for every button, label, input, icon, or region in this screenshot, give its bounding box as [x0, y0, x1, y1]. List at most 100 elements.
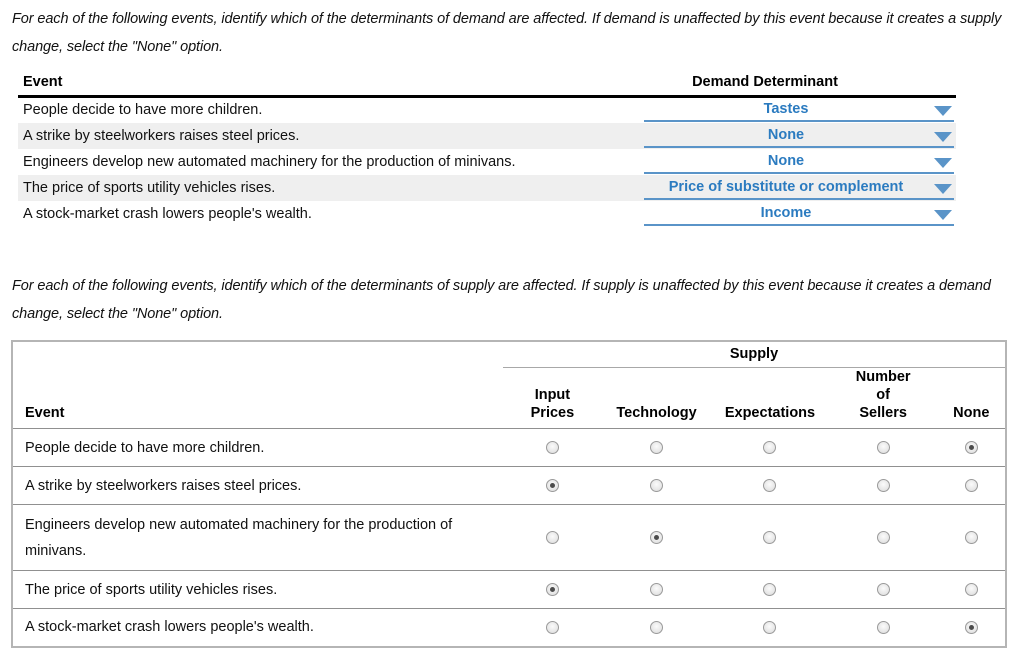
supply-group-header-row: Supply [12, 341, 1006, 368]
supply-radio-cell [601, 570, 712, 609]
radio-expectations[interactable] [763, 583, 777, 597]
radio-number-of-sellers[interactable] [876, 441, 890, 455]
radio-none[interactable] [964, 479, 978, 493]
supply-determinant-table: Supply Event Input Prices Technology Expe… [11, 340, 1007, 648]
radio-number-of-sellers[interactable] [876, 531, 890, 545]
chevron-down-icon[interactable] [934, 131, 952, 142]
supply-radio-cell [601, 428, 712, 467]
supply-radio-cell [601, 608, 712, 647]
radio-input-prices[interactable] [545, 441, 559, 455]
supply-radio-cell [937, 504, 1006, 571]
demand-table-row: The price of sports utility vehicles ris… [18, 174, 956, 201]
demand-determinant-select[interactable]: None [644, 150, 954, 174]
radio-input-prices[interactable] [545, 583, 559, 597]
supply-radio-cell [711, 428, 829, 467]
supply-header-input-prices: Input Prices [502, 367, 602, 429]
demand-table-row: Engineers develop new automated machiner… [18, 149, 956, 175]
supply-radio-cell [828, 608, 938, 647]
radio-technology[interactable] [650, 531, 664, 545]
demand-determinant-selected-value: Tastes [763, 101, 809, 118]
supply-radio-cell [601, 504, 712, 571]
radio-expectations[interactable] [763, 531, 777, 545]
supply-radio-cell [828, 504, 938, 571]
supply-event-label: A stock-market crash lowers people's wea… [12, 608, 503, 647]
demand-event-label: A stock-market crash lowers people's wea… [23, 205, 312, 222]
demand-event-label: A strike by steelworkers raises steel pr… [23, 127, 300, 144]
demand-header-row: Event Demand Determinant [18, 74, 956, 98]
demand-table-row: A strike by steelworkers raises steel pr… [18, 122, 956, 149]
demand-event-label: People decide to have more children. [23, 102, 263, 119]
radio-input-prices[interactable] [545, 620, 559, 634]
demand-header-event: Event [18, 74, 644, 98]
radio-number-of-sellers[interactable] [876, 583, 890, 597]
demand-determinant-table: Event Demand Determinant People decide t… [18, 74, 956, 227]
supply-header-number-of-sellers: Number of Sellers [828, 367, 938, 429]
supply-radio-cell [502, 428, 602, 467]
radio-none[interactable] [964, 583, 978, 597]
demand-determinant-select[interactable]: None [644, 124, 954, 148]
supply-radio-cell [502, 466, 602, 505]
radio-expectations[interactable] [763, 479, 777, 493]
supply-radio-cell [711, 570, 829, 609]
supply-table-row: A strike by steelworkers raises steel pr… [12, 466, 1006, 505]
supply-table-head: Supply Event Input Prices Technology Expe… [12, 341, 1006, 429]
demand-determinant-selected-value: Price of substitute or complement [668, 178, 904, 195]
radio-none[interactable] [964, 620, 978, 634]
radio-none[interactable] [964, 531, 978, 545]
supply-event-label: The price of sports utility vehicles ris… [12, 570, 503, 609]
radio-technology[interactable] [650, 441, 664, 455]
supply-radio-cell [502, 608, 602, 647]
radio-input-prices[interactable] [545, 531, 559, 545]
supply-event-label: A strike by steelworkers raises steel pr… [12, 466, 503, 505]
supply-radio-cell [502, 570, 602, 609]
radio-number-of-sellers[interactable] [876, 479, 890, 493]
chevron-down-icon[interactable] [934, 183, 952, 194]
supply-radio-cell [937, 428, 1006, 467]
radio-input-prices[interactable] [545, 479, 559, 493]
supply-header-spacer [12, 341, 503, 368]
demand-event-label: The price of sports utility vehicles ris… [23, 179, 276, 196]
demand-table-head: Event Demand Determinant [18, 74, 956, 98]
radio-technology[interactable] [650, 583, 664, 597]
supply-radio-cell [711, 466, 829, 505]
supply-table-row: People decide to have more children. [12, 428, 1006, 467]
demand-determinant-cell: Price of substitute or complement [644, 175, 956, 201]
supply-radio-cell [711, 504, 829, 571]
supply-table-row: Engineers develop new automated machiner… [12, 504, 1006, 571]
supply-radio-cell [828, 466, 938, 505]
supply-table-body: People decide to have more children. A st… [12, 428, 1006, 647]
supply-radio-cell [828, 428, 938, 467]
radio-expectations[interactable] [763, 620, 777, 634]
supply-header-expectations-label: Expectations [724, 405, 816, 421]
demand-determinant-cell: None [644, 149, 956, 175]
demand-determinant-selected-value: None [767, 126, 805, 143]
supply-radio-cell [937, 466, 1006, 505]
radio-technology[interactable] [650, 620, 664, 634]
supply-radio-cell [711, 608, 829, 647]
demand-determinant-cell: None [644, 123, 956, 149]
radio-none[interactable] [964, 441, 978, 455]
supply-column-header-row: Event Input Prices Technology Expectation… [12, 367, 1006, 429]
demand-determinant-selected-value: Income [760, 204, 812, 221]
supply-header-number-of-sellers-label: Number of Sellers [855, 369, 911, 421]
radio-technology[interactable] [650, 479, 664, 493]
supply-event-label: People decide to have more children. [12, 428, 503, 467]
supply-event-label: Engineers develop new automated machiner… [12, 504, 503, 571]
demand-determinant-select[interactable]: Income [644, 202, 954, 226]
demand-header-determinant: Demand Determinant [644, 74, 956, 98]
supply-header-event: Event [12, 367, 503, 429]
demand-determinant-cell: Tastes [644, 97, 956, 123]
supply-header-technology: Technology [601, 367, 712, 429]
demand-event-label: Engineers develop new automated machiner… [23, 153, 516, 170]
chevron-down-icon[interactable] [934, 157, 952, 168]
radio-expectations[interactable] [763, 441, 777, 455]
demand-determinant-select[interactable]: Tastes [644, 98, 954, 123]
supply-radio-cell [502, 504, 602, 571]
chevron-down-icon[interactable] [934, 106, 952, 117]
supply-radio-cell [937, 570, 1006, 609]
demand-determinant-select[interactable]: Price of substitute or complement [644, 176, 954, 200]
chevron-down-icon[interactable] [934, 209, 952, 220]
demand-determinant-cell: Income [644, 201, 956, 227]
supply-radio-cell [937, 608, 1006, 647]
radio-number-of-sellers[interactable] [876, 620, 890, 634]
